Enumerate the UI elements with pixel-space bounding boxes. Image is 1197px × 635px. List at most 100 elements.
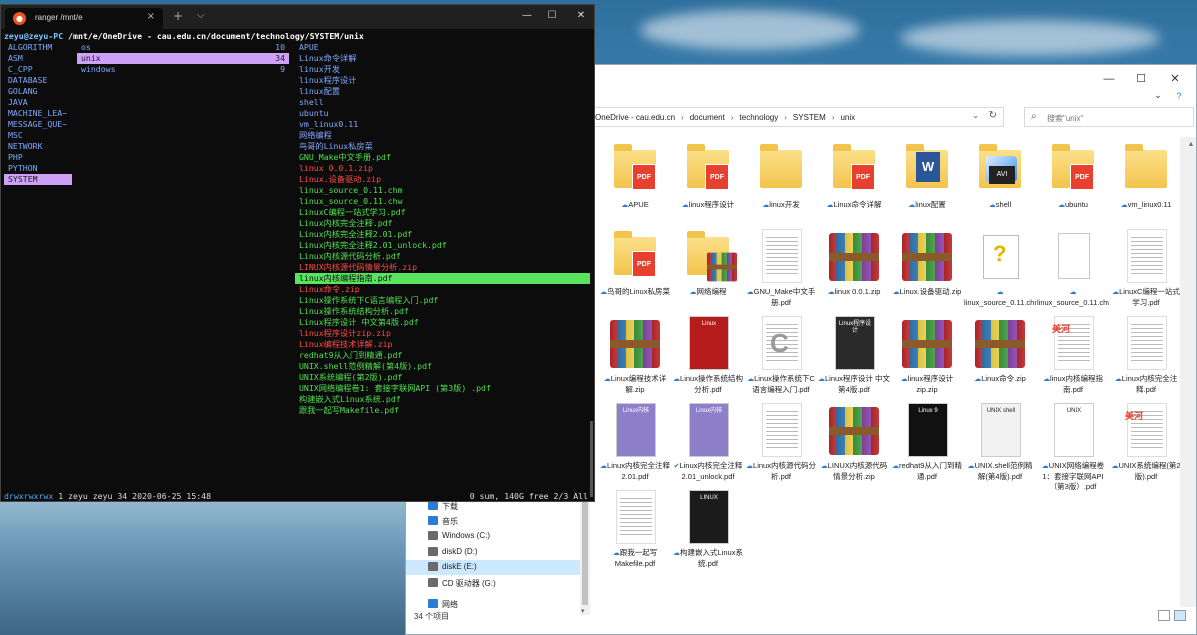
- ranger-parent-item[interactable]: MACHINE_LEA~: [4, 108, 72, 119]
- ranger-preview-item[interactable]: vm_linux0.11: [295, 119, 590, 130]
- terminal-close-button[interactable]: ✕: [571, 10, 591, 21]
- large-icons-view-button[interactable]: [1174, 610, 1186, 621]
- ranger-preview-item[interactable]: APUE: [295, 42, 590, 53]
- ranger-preview-item[interactable]: 跟我一起写Makefile.pdf: [295, 405, 590, 416]
- ranger-preview-item[interactable]: linux_source_0.11.chm: [295, 185, 590, 196]
- ranger-preview-item[interactable]: linux开发: [295, 64, 590, 75]
- ranger-preview-item[interactable]: Linux命令详解: [295, 53, 590, 64]
- file-item[interactable]: AVI ☁shell: [964, 140, 1036, 226]
- tab-close-icon[interactable]: ×: [147, 11, 155, 22]
- ranger-preview-item[interactable]: 网络编程: [295, 130, 590, 141]
- ranger-preview-item[interactable]: linux内核编程指南.pdf: [295, 273, 590, 284]
- ranger-parent-item[interactable]: GOLANG: [4, 86, 72, 97]
- ranger-parent-item[interactable]: MSC: [4, 130, 72, 141]
- file-item[interactable]: ☁跟我一起写Makefile.pdf: [599, 488, 671, 574]
- ranger-preview-item[interactable]: Linux内核完全注释2.01.pdf: [295, 229, 590, 240]
- details-view-button[interactable]: [1158, 610, 1170, 621]
- ranger-preview-item[interactable]: Linux编程技术详解.zip: [295, 339, 590, 350]
- new-tab-button[interactable]: +: [173, 9, 183, 23]
- ranger-preview-item[interactable]: Linux操作系统下C语言编程入门.pdf: [295, 295, 590, 306]
- file-item[interactable]: ☁Linux.设备驱动.zip: [891, 227, 963, 313]
- nav-item[interactable]: Windows (C:): [406, 529, 581, 544]
- breadcrumb-item[interactable]: document: [690, 113, 725, 122]
- file-item[interactable]: ☁Linux命令.zip: [964, 314, 1036, 400]
- file-item[interactable]: ☁Linux内核源代码分析.pdf: [745, 401, 817, 487]
- file-item[interactable]: Linux程序设计 ☁Linux程序设计 中文第4版.pdf: [818, 314, 890, 400]
- file-item[interactable]: 美河 ☁UNIX系统编程(第2版).pdf: [1110, 401, 1182, 487]
- ranger-parent-item[interactable]: MESSAGE_QUE~: [4, 119, 72, 130]
- ranger-preview-item[interactable]: ubuntu: [295, 108, 590, 119]
- ranger-preview-item[interactable]: linux程序设计: [295, 75, 590, 86]
- file-item[interactable]: Linux ☁Linux操作系统结构分析.pdf: [672, 314, 744, 400]
- ranger-parent-item[interactable]: ASM: [4, 53, 72, 64]
- file-item[interactable]: LINUX ☁构建嵌入式Linux系统.pdf: [672, 488, 744, 574]
- ranger-parent-item[interactable]: ALGORITHM: [4, 42, 72, 53]
- file-item[interactable]: ☁LinuxC编程一站式学习.pdf: [1110, 227, 1182, 313]
- address-dropdown-icon[interactable]: ⌄: [972, 111, 979, 120]
- nav-item[interactable]: diskE (E:): [406, 560, 581, 575]
- ranger-preview-item[interactable]: GNU_Make中文手册.pdf: [295, 152, 590, 163]
- file-item[interactable]: Linux内核 ✔Linux内核完全注释2.01_unlock.pdf: [672, 401, 744, 487]
- file-item[interactable]: W ☁linux配置: [891, 140, 963, 226]
- ranger-preview-item[interactable]: Linux操作系统结构分析.pdf: [295, 306, 590, 317]
- help-icon[interactable]: ?: [1164, 88, 1194, 104]
- file-item[interactable]: Linux 9 ☁redhat9从入门到精通.pdf: [891, 401, 963, 487]
- ranger-preview-item[interactable]: Linux内核完全注释.pdf: [295, 218, 590, 229]
- ranger-preview-item[interactable]: UNIX系统编程(第2版).pdf: [295, 372, 590, 383]
- ranger-preview-item[interactable]: shell: [295, 97, 590, 108]
- file-item[interactable]: ☁网络编程: [672, 227, 744, 313]
- ranger-current-item[interactable]: os 10: [77, 42, 289, 53]
- breadcrumb-item[interactable]: unix: [840, 113, 855, 122]
- terminal-minimize-button[interactable]: —: [517, 10, 537, 21]
- file-item[interactable]: ☁Linux编程技术详解.zip: [599, 314, 671, 400]
- scroll-up-icon[interactable]: ▴: [1189, 139, 1193, 148]
- ranger-preview-item[interactable]: linux配置: [295, 86, 590, 97]
- ranger-parent-item[interactable]: PHP: [4, 152, 72, 163]
- nav-item[interactable]: CD 驱动器 (G:): [406, 576, 581, 591]
- file-item[interactable]: ☁Linux内核完全注释.pdf: [1110, 314, 1182, 400]
- ranger-preview-item[interactable]: LinuxC编程一站式学习.pdf: [295, 207, 590, 218]
- nav-item[interactable]: 音乐: [406, 514, 581, 529]
- ranger-preview-item[interactable]: LINUX内核源代码情景分析.zip: [295, 262, 590, 273]
- file-item[interactable]: ☁linux开发: [745, 140, 817, 226]
- search-box[interactable]: ⌕ 搜索"unix": [1024, 107, 1194, 127]
- explorer-close-button[interactable]: ✕: [1160, 71, 1190, 87]
- file-item[interactable]: C ☁Linux操作系统下C语言编程入门.pdf: [745, 314, 817, 400]
- file-item[interactable]: Linux内核 ☁Linux内核完全注释2.01.pdf: [599, 401, 671, 487]
- file-item[interactable]: 美河 ☁linux内核编程指南.pdf: [1037, 314, 1109, 400]
- ranger-preview-item[interactable]: linux程序设计zip.zip: [295, 328, 590, 339]
- file-item[interactable]: PDF ☁APUE: [599, 140, 671, 226]
- scroll-down-icon[interactable]: ▾: [581, 607, 585, 615]
- ranger-preview-item[interactable]: linux 0.0.1.zip: [295, 163, 590, 174]
- ranger-preview-item[interactable]: 构建嵌入式Linux系统.pdf: [295, 394, 590, 405]
- navigation-scrollbar[interactable]: ▾: [580, 485, 590, 615]
- address-bar[interactable]: OneDrive - cau.edu.cn › document › technolog…: [594, 107, 1004, 127]
- ranger-preview-item[interactable]: UNIX.shell范例精解(第4版).pdf: [295, 361, 590, 372]
- file-item[interactable]: PDF ☁Linux命令详解: [818, 140, 890, 226]
- ranger-preview-item[interactable]: Linux内核完全注释2.01_unlock.pdf: [295, 240, 590, 251]
- ranger-parent-item[interactable]: SYSTEM: [4, 174, 72, 185]
- terminal-scrollbar[interactable]: [590, 421, 593, 497]
- ranger-parent-item[interactable]: C_CPP: [4, 64, 72, 75]
- file-item[interactable]: ☁GNU_Make中文手册.pdf: [745, 227, 817, 313]
- file-item[interactable]: ? ☁ linux_source_0.11.chm: [964, 227, 1036, 313]
- breadcrumb-item[interactable]: technology: [740, 113, 779, 122]
- ranger-parent-item[interactable]: JAVA: [4, 97, 72, 108]
- file-item[interactable]: PDF ☁ubuntu: [1037, 140, 1109, 226]
- ranger-preview-item[interactable]: Linux程序设计 中文第4版.pdf: [295, 317, 590, 328]
- ranger-preview-item[interactable]: Linux内核源代码分析.pdf: [295, 251, 590, 262]
- nav-item[interactable]: diskD (D:): [406, 545, 581, 560]
- terminal-maximize-button[interactable]: ☐: [542, 10, 562, 21]
- breadcrumb-item[interactable]: OneDrive - cau.edu.cn: [595, 113, 675, 122]
- terminal-tab[interactable]: ● ranger /mnt/e ×: [5, 8, 163, 29]
- ranger-preview-item[interactable]: Linux.设备驱动.zip: [295, 174, 590, 185]
- ranger-parent-item[interactable]: PYTHON: [4, 163, 72, 174]
- ranger-parent-item[interactable]: NETWORK: [4, 141, 72, 152]
- file-item[interactable]: PDF ☁linux程序设计: [672, 140, 744, 226]
- file-item[interactable]: ☁LINUX内核源代码情景分析.zip: [818, 401, 890, 487]
- ranger-preview-item[interactable]: redhat9从入门到精通.pdf: [295, 350, 590, 361]
- navigation-scroll-thumb[interactable]: [582, 495, 588, 605]
- ranger-preview-item[interactable]: UNIX网络编程卷1: 套接字联网API (第3版) .pdf: [295, 383, 590, 394]
- ranger-view[interactable]: zeyu@zeyu-PC /mnt/e/OneDrive - cau.edu.c…: [1, 29, 594, 501]
- ranger-preview-item[interactable]: linux_source_0.11.chw: [295, 196, 590, 207]
